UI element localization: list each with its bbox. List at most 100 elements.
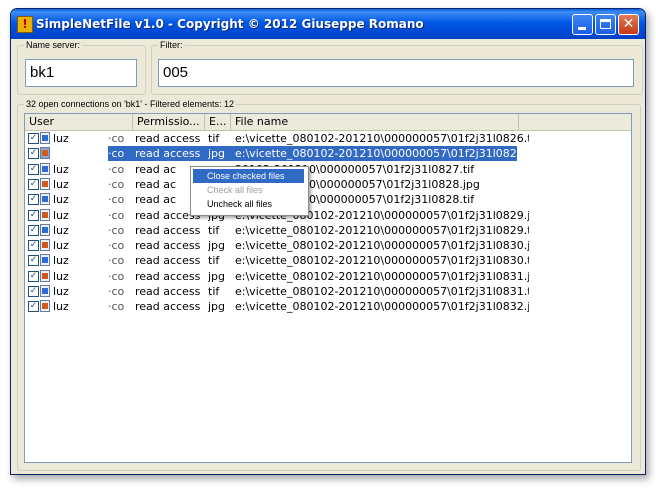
row-permission: read access bbox=[135, 254, 201, 268]
table-row[interactable]: ✓ luz ·co read access jpg e:\vicette_080102-2… bbox=[25, 269, 631, 284]
row-file-name: e:\vicette_080102-201210\000000057\01f2j… bbox=[235, 300, 529, 314]
row-domain: ·co bbox=[108, 285, 125, 298]
context-menu: Close checked files Check all files Unch… bbox=[190, 166, 309, 216]
row-permission: read access bbox=[135, 269, 201, 283]
row-checkbox[interactable]: ✓ bbox=[28, 240, 39, 252]
row-domain: ·co bbox=[108, 269, 125, 283]
row-permission: read access bbox=[135, 147, 201, 161]
row-extension: jpg bbox=[208, 300, 226, 314]
row-domain: ·co bbox=[108, 132, 125, 145]
maximize-icon bbox=[600, 19, 611, 29]
row-extension: jpg bbox=[208, 239, 226, 253]
row-extension: jpg bbox=[208, 147, 226, 161]
file-icon-band bbox=[42, 242, 48, 249]
minimize-button[interactable] bbox=[572, 14, 593, 35]
file-icon-band bbox=[42, 150, 48, 157]
table-row[interactable]: ✓ luz ·co read access tif e:\vicette_080102-2… bbox=[25, 284, 631, 299]
file-icon-band bbox=[42, 272, 48, 279]
row-domain: ·co bbox=[108, 300, 125, 314]
row-extension: jpg bbox=[208, 269, 226, 283]
row-checkbox[interactable]: ✓ bbox=[28, 270, 39, 282]
row-user: luz bbox=[53, 223, 69, 237]
row-user: luz bbox=[53, 285, 69, 298]
table-row[interactable]: ✓ luz ·co read access tif e:\vicette_080102-2… bbox=[25, 253, 631, 268]
menu-item-close-checked-files[interactable]: Close checked files bbox=[193, 169, 304, 183]
row-checkbox[interactable]: ✓ bbox=[28, 148, 39, 160]
menu-item-uncheck-all-files[interactable]: Uncheck all files bbox=[193, 197, 304, 211]
title-bar[interactable]: ! SimpleNetFile v1.0 - Copyright © 2012 … bbox=[11, 9, 645, 39]
row-checkbox[interactable]: ✓ bbox=[28, 224, 39, 236]
jpg-file-icon bbox=[40, 239, 50, 252]
row-domain: ·co bbox=[108, 208, 125, 222]
row-file-name: e:\vicette_080102-201210\000000057\01f2j… bbox=[235, 285, 529, 298]
row-extension: tif bbox=[208, 223, 220, 237]
row-checkbox[interactable]: ✓ bbox=[28, 178, 39, 190]
row-user: luz bbox=[53, 132, 69, 145]
row-checkbox[interactable]: ✓ bbox=[28, 163, 39, 175]
row-permission: read access bbox=[135, 300, 201, 314]
row-user: luz bbox=[53, 162, 69, 176]
row-file-name: e:\vicette_080102-201210\000000057\01f2j… bbox=[235, 223, 529, 237]
filter-group: Filter: 005 bbox=[151, 39, 643, 95]
file-icon-band bbox=[42, 196, 48, 203]
row-checkbox[interactable]: ✓ bbox=[28, 133, 39, 144]
table-row[interactable]: ✓luz·coread accessjpge:\vicette_080102-2… bbox=[25, 208, 631, 223]
file-icon-band bbox=[42, 165, 48, 172]
maximize-button[interactable] bbox=[595, 14, 616, 35]
row-user: luz bbox=[53, 254, 69, 268]
tif-file-icon bbox=[40, 223, 50, 236]
column-header-empty bbox=[519, 114, 631, 130]
row-user: luz bbox=[53, 269, 69, 283]
column-header-permission[interactable]: Permissio... bbox=[133, 114, 205, 130]
table-row[interactable]: ✓luz·coread accessjpge:\vicette_080102-2… bbox=[25, 238, 631, 253]
column-header-user[interactable]: User bbox=[25, 114, 133, 130]
tif-file-icon bbox=[40, 254, 50, 267]
row-permission: read access bbox=[135, 285, 201, 298]
row-checkbox[interactable]: ✓ bbox=[28, 301, 39, 313]
file-icon-band bbox=[42, 288, 48, 294]
row-user: luz bbox=[53, 239, 69, 253]
jpg-file-icon bbox=[40, 269, 50, 282]
row-permission: read access bbox=[135, 223, 201, 237]
row-extension: tif bbox=[208, 132, 220, 145]
row-domain: ·co bbox=[108, 147, 125, 161]
table-row[interactable]: ✓ luz ·co read access tif e:\vicette_080102-2… bbox=[25, 131, 631, 146]
table-row[interactable]: ✓ luz ·co read ac 30102-201210\000000057\01f… bbox=[25, 162, 631, 177]
row-checkbox[interactable]: ✓ bbox=[28, 286, 39, 297]
connections-list[interactable]: User Permissio... E... File name ✓ luz ·co… bbox=[24, 113, 632, 463]
row-user: luz bbox=[53, 193, 69, 207]
filter-label: Filter: bbox=[158, 39, 185, 51]
file-icon-band bbox=[42, 226, 48, 233]
row-file-name: e:\vicette_080102-201210\000000057\01f2j… bbox=[235, 269, 529, 283]
tif-file-icon bbox=[40, 162, 50, 175]
row-domain: ·co bbox=[108, 193, 125, 207]
row-permission: read access bbox=[135, 132, 201, 145]
connections-group: 32 open connections on 'bk1' - Filtered … bbox=[17, 98, 641, 471]
table-row[interactable]: ✓ luz ·co read ac 30102-201210\000000057\01f… bbox=[25, 177, 631, 192]
name-server-group: Name server: bk1 bbox=[17, 39, 146, 95]
row-checkbox[interactable]: ✓ bbox=[28, 194, 39, 206]
close-icon: ✕ bbox=[622, 16, 635, 32]
row-checkbox[interactable]: ✓ bbox=[28, 209, 39, 221]
close-button[interactable]: ✕ bbox=[618, 14, 639, 35]
minimize-icon bbox=[578, 27, 586, 30]
table-row[interactable]: ✓luz·coread accessjpge:\vicette_080102-2… bbox=[25, 146, 631, 162]
tif-file-icon bbox=[40, 285, 50, 297]
row-checkbox[interactable]: ✓ bbox=[28, 255, 39, 267]
filter-input[interactable]: 005 bbox=[158, 59, 634, 87]
table-row[interactable]: ✓ luz ·co read ac 30102-201210\000000057\01f… bbox=[25, 192, 631, 207]
table-row[interactable]: ✓luz·coread accessjpge:\vicette_080102-2… bbox=[25, 299, 631, 314]
name-server-input[interactable]: bk1 bbox=[25, 59, 137, 87]
jpg-file-icon bbox=[40, 147, 50, 160]
file-icon-band bbox=[42, 180, 48, 187]
app-icon: ! bbox=[17, 16, 33, 33]
file-icon-band bbox=[42, 257, 48, 264]
name-server-label: Name server: bbox=[24, 39, 83, 51]
file-icon-band bbox=[42, 135, 48, 141]
jpg-file-icon bbox=[40, 208, 50, 221]
table-row[interactable]: ✓ luz ·co read access tif e:\vicette_080102-2… bbox=[25, 223, 631, 238]
column-header-extension[interactable]: E... bbox=[205, 114, 231, 130]
file-icon-band bbox=[42, 303, 48, 310]
column-header-file-name[interactable]: File name bbox=[231, 114, 519, 130]
row-user: luz bbox=[53, 177, 69, 191]
